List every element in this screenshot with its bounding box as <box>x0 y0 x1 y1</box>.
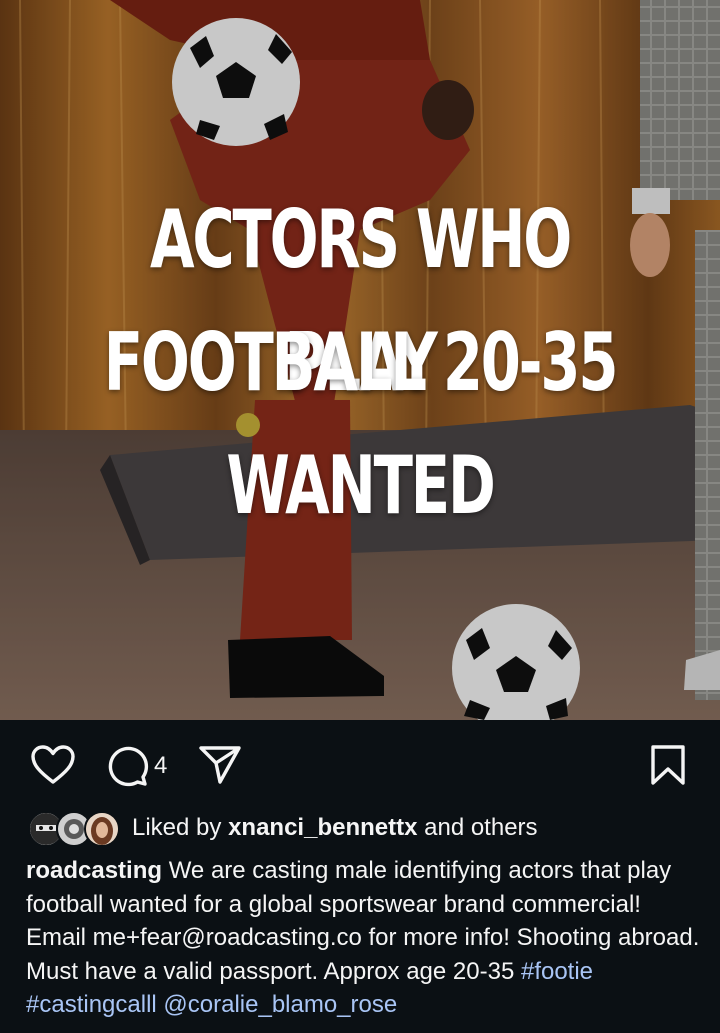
mention[interactable]: @coralie_blamo_rose <box>163 991 397 1018</box>
headline-line-1: ACTORS WHO PLAY <box>149 193 572 409</box>
caption-username[interactable]: roadcasting <box>26 857 162 884</box>
like-button[interactable] <box>30 744 76 786</box>
hashtag[interactable]: #footie <box>521 958 593 985</box>
headline-line-3: WANTED <box>226 439 495 532</box>
liked-by-row[interactable]: Liked by xnanci_bennettx and others <box>28 810 538 847</box>
liked-by-text[interactable]: Liked by xnanci_bennettx and others <box>132 814 538 842</box>
liked-by-user[interactable]: xnanci_bennettx <box>228 814 417 841</box>
share-button[interactable] <box>198 744 242 786</box>
post-headline: ACTORS WHO PLAY FOOTBALL 20-35 WANTED <box>0 178 720 547</box>
liked-by-prefix: Liked by <box>132 814 222 841</box>
post-actions: 4 <box>0 720 720 810</box>
hashtag[interactable]: #castingcalll <box>26 991 157 1018</box>
bookmark-icon <box>651 745 685 785</box>
comment-count: 4 <box>154 752 168 779</box>
liker-avatars[interactable] <box>28 811 120 847</box>
heart-icon <box>31 745 75 784</box>
paper-plane-icon <box>199 746 241 784</box>
post-image[interactable]: ACTORS WHO PLAY FOOTBALL 20-35 WANTED <box>0 0 720 720</box>
comment-icon <box>108 746 149 787</box>
comment-button[interactable]: 4 <box>106 744 167 788</box>
avatar[interactable] <box>84 811 120 847</box>
headline-line-2: FOOTBALL 20-35 <box>103 316 619 409</box>
liked-by-suffix[interactable]: and others <box>424 814 537 841</box>
save-button[interactable] <box>646 744 690 786</box>
post-caption: roadcasting We are casting male identify… <box>26 854 702 1022</box>
